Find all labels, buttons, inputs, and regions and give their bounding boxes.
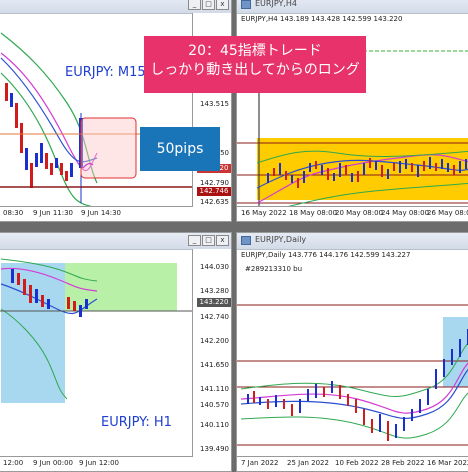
chart-window-h1[interactable]: _ □ x EURJPY: H1 144.030 143.280 142.740… [0,232,232,472]
x-axis: 12:00 9 Jun 00:00 9 Jun 12:00 [0,456,193,471]
x-tick: 26 May 08:00 [427,209,468,217]
y-tick: 141.110 [200,385,229,393]
x-tick: 18 May 08:00 [289,209,338,217]
price-tag: 142.746 [197,187,231,196]
strategy-banner: 20：45指標トレード しっかり動き出してからのロング [144,36,366,93]
price-tag: 143.220 [197,298,231,307]
daily-chart-svg [237,304,468,446]
chart-label: EURJPY: H1 [101,415,172,430]
pips-callout: 50pips [140,127,220,171]
chart-window-icon [241,236,251,245]
chart-window-m15[interactable]: _ □ x EURJPY: M15 143.515 142.790 142.63… [0,0,232,222]
y-tick: 140.570 [200,401,229,409]
x-tick: 08:30 [3,209,24,217]
window-titlebar[interactable]: _ □ x [0,233,231,250]
chart-window-icon [241,0,251,9]
minimize-button[interactable]: _ [188,0,201,10]
x-tick: 24 May 08:00 [381,209,430,217]
x-tick: 7 Jan 2022 [241,459,279,467]
minimize-button[interactable]: _ [188,235,201,246]
x-tick: 9 Jun 11:30 [33,209,74,217]
y-tick: 143.515 [200,100,229,108]
y-axis[interactable]: 144.030 143.280 142.740 142.200 141.650 … [192,249,231,457]
x-tick: 25 Jan 2022 [287,459,329,467]
y-tick: 140.110 [200,421,229,429]
chart-window-daily[interactable]: EURJPY,Daily EURJPY,Daily 143.776 144.17… [236,232,468,472]
close-button[interactable]: x [216,235,229,246]
close-button[interactable]: x [216,0,229,10]
window-titlebar[interactable]: _ □ x [0,0,231,14]
x-axis: 7 Jan 2022 25 Jan 2022 10 Feb 2022 28 Fe… [237,456,468,471]
chart-label: EURJPY: M15 [65,65,146,80]
y-tick: 142.635 [200,198,229,206]
x-tick: 9 Jun 00:00 [33,459,74,467]
restore-button[interactable]: □ [202,0,215,10]
banner-line-1: 20：45指標トレード [188,43,322,59]
x-tick: 12:00 [3,459,24,467]
x-tick: 9 Jun 12:00 [79,459,120,467]
window-title: EURJPY,H4 [255,0,298,8]
x-tick: 28 Feb 2022 [381,459,425,467]
x-tick: 20 May 08:00 [335,209,384,217]
y-tick: 143.280 [200,287,229,295]
banner-line-2: しっかり動き出してからのロング [150,62,360,78]
restore-button[interactable]: □ [202,235,215,246]
x-tick: 16 May 2022 [241,209,287,217]
y-tick: 142.790 [200,179,229,187]
window-titlebar[interactable]: EURJPY,H4 [237,0,468,14]
y-tick: 142.740 [200,313,229,321]
y-tick: 139.490 [200,445,229,453]
y-tick: 141.650 [200,361,229,369]
chart-area[interactable] [237,249,468,471]
x-tick: 10 Feb 2022 [335,459,379,467]
x-tick: 16 Mar 2022 [427,459,468,467]
x-axis: 16 May 2022 18 May 08:00 20 May 08:00 24… [237,206,468,221]
window-title: EURJPY,Daily [255,235,307,244]
y-tick: 144.030 [200,263,229,271]
chart-window-h4[interactable]: EURJPY,H4 EURJPY,H4 143.189 143.428 142.… [236,0,468,222]
window-titlebar[interactable]: EURJPY,Daily [237,233,468,250]
x-tick: 9 Jun 14:30 [81,209,122,217]
x-axis: 08:30 9 Jun 11:30 9 Jun 14:30 [0,206,193,221]
y-tick: 142.200 [200,337,229,345]
